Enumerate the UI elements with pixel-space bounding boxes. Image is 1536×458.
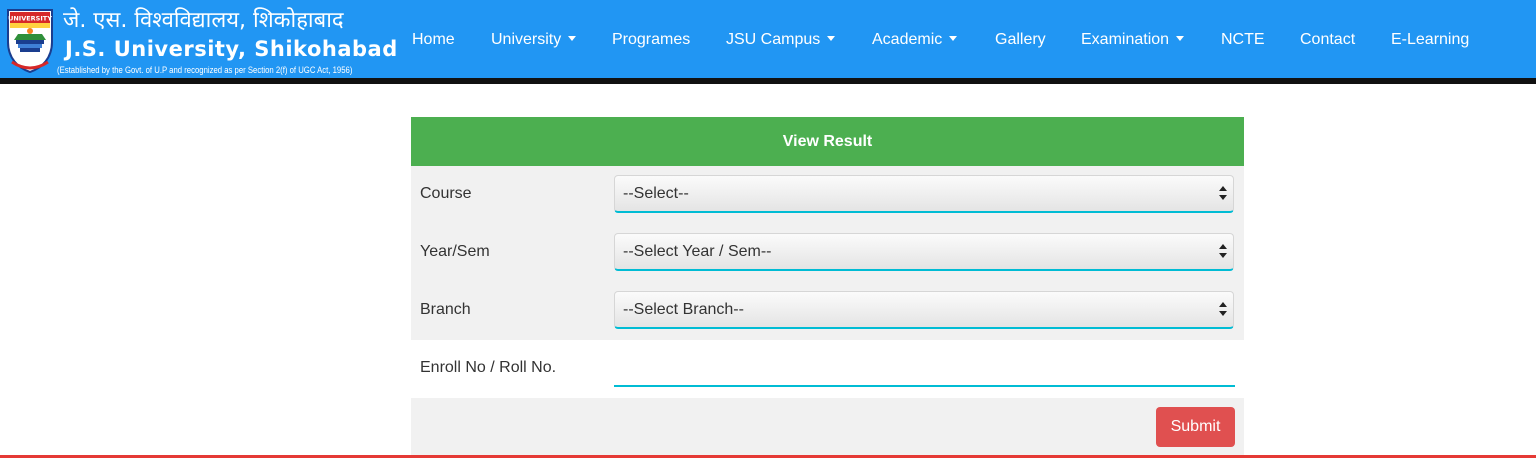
navbar-divider — [0, 78, 1536, 84]
brand-subtitle: (Established by the Govt. of U.P and rec… — [57, 65, 353, 75]
caret-down-icon — [949, 36, 958, 41]
nav-examination[interactable]: Examination — [1081, 30, 1185, 52]
nav-programes[interactable]: Programes — [612, 30, 690, 52]
course-select[interactable]: --Select-- — [614, 175, 1234, 213]
enroll-row: Enroll No / Roll No. — [411, 340, 1244, 398]
svg-text:UNIVERSITY: UNIVERSITY — [8, 15, 52, 23]
select-arrows-icon — [1219, 186, 1227, 202]
nav-university[interactable]: University — [491, 30, 577, 52]
nav-academic[interactable]: Academic — [872, 30, 958, 52]
branch-row: Branch --Select Branch-- — [411, 282, 1244, 340]
top-navbar: UNIVERSITY जे. एस. विश्वविद्यालय, शिकोहा… — [0, 0, 1536, 78]
brand-hindi-name: जे. एस. विश्वविद्यालय, शिकोहाबाद — [63, 8, 344, 33]
select-arrows-icon — [1219, 302, 1227, 318]
nav-ncte-label: NCTE — [1221, 31, 1265, 48]
nav-examination-label: Examination — [1081, 31, 1170, 48]
nav-e-learning-label: E-Learning — [1391, 31, 1470, 48]
university-logo[interactable]: UNIVERSITY — [2, 6, 58, 74]
year-sem-selected-value: --Select Year / Sem-- — [623, 243, 772, 260]
nav-contact-label: Contact — [1300, 31, 1356, 48]
nav-jsu-campus[interactable]: JSU Campus — [726, 30, 836, 52]
brand-english-name: J.S. University, Shikohabad — [65, 37, 398, 61]
nav-ncte[interactable]: NCTE — [1221, 30, 1265, 52]
brand-block[interactable]: जे. एस. विश्वविद्यालय, शिकोहाबाद J.S. Un… — [57, 6, 402, 78]
nav-home-label: Home — [412, 31, 455, 48]
nav-academic-label: Academic — [872, 31, 943, 48]
nav-jsu-campus-label: JSU Campus — [726, 31, 821, 48]
caret-down-icon — [827, 36, 836, 41]
view-result-form: View Result Course --Select-- Year/Sem -… — [411, 117, 1244, 458]
nav-e-learning[interactable]: E-Learning — [1391, 30, 1469, 52]
nav-university-label: University — [491, 31, 562, 48]
branch-select[interactable]: --Select Branch-- — [614, 291, 1234, 329]
caret-down-icon — [568, 36, 577, 41]
nav-gallery[interactable]: Gallery — [995, 30, 1046, 52]
submit-row: Submit — [411, 398, 1244, 458]
branch-label: Branch — [420, 301, 471, 318]
nav-contact[interactable]: Contact — [1300, 30, 1355, 52]
course-row: Course --Select-- — [411, 166, 1244, 224]
nav-home[interactable]: Home — [412, 30, 455, 52]
course-label: Course — [420, 185, 472, 202]
enroll-label: Enroll No / Roll No. — [420, 359, 557, 376]
nav-programes-label: Programes — [612, 31, 691, 48]
nav-gallery-label: Gallery — [995, 31, 1046, 48]
enroll-number-input[interactable] — [614, 349, 1235, 387]
year-sem-select[interactable]: --Select Year / Sem-- — [614, 233, 1234, 271]
submit-button[interactable]: Submit — [1156, 407, 1235, 447]
caret-down-icon — [1176, 36, 1185, 41]
branch-selected-value: --Select Branch-- — [623, 301, 744, 318]
course-selected-value: --Select-- — [623, 185, 689, 202]
year-sem-label: Year/Sem — [420, 243, 490, 260]
year-sem-row: Year/Sem --Select Year / Sem-- — [411, 224, 1244, 282]
form-title: View Result — [411, 117, 1244, 166]
select-arrows-icon — [1219, 244, 1227, 260]
